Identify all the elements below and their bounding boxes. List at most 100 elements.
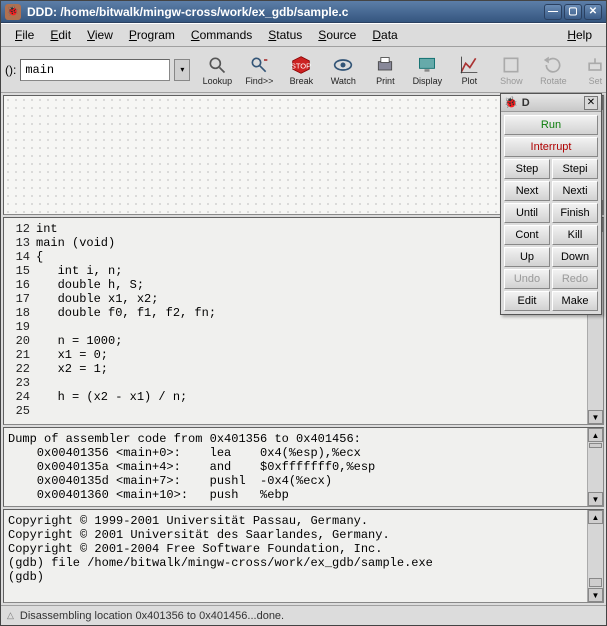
menu-file[interactable]: File: [7, 25, 42, 45]
cmd-run-button[interactable]: Run: [504, 115, 598, 135]
cmd-next-button[interactable]: Next: [504, 181, 550, 201]
source-line[interactable]: 13main (void): [8, 236, 583, 250]
scroll-down-icon[interactable]: ▼: [588, 492, 603, 506]
source-line[interactable]: 16 double h, S;: [8, 278, 583, 292]
source-line[interactable]: 19: [8, 320, 583, 334]
lookup-button[interactable]: Lookup: [196, 49, 238, 91]
scroll-down-icon[interactable]: ▼: [588, 588, 603, 602]
line-number: 19: [8, 320, 36, 334]
cmd-row: EditMake: [504, 291, 598, 311]
menu-commands[interactable]: Commands: [183, 25, 260, 45]
menu-data[interactable]: Data: [364, 25, 405, 45]
close-button[interactable]: ✕: [584, 4, 602, 20]
scroll-up-icon[interactable]: ▲: [588, 428, 603, 442]
cmd-redo-button: Redo: [552, 269, 598, 289]
source-line[interactable]: 20 n = 1000;: [8, 334, 583, 348]
show-button: Show: [490, 49, 532, 91]
scroll-thumb[interactable]: [589, 443, 602, 448]
line-text: x2 = 1;: [36, 362, 108, 376]
source-line[interactable]: 24 h = (x2 - x1) / n;: [8, 390, 583, 404]
cmd-interrupt-button[interactable]: Interrupt: [504, 137, 598, 157]
gdb-console-pane: Copyright © 1999-2001 Universität Passau…: [3, 509, 604, 603]
command-tool-titlebar[interactable]: 🐞 D ✕: [501, 94, 601, 112]
menubar: File Edit View Program Commands Status S…: [1, 23, 606, 47]
plot-icon: [459, 54, 479, 76]
menu-edit[interactable]: Edit: [42, 25, 79, 45]
cmd-cont-button[interactable]: Cont: [504, 225, 550, 245]
line-text: x1 = 0;: [36, 348, 108, 362]
line-text: double f0, f1, f2, fn;: [36, 306, 216, 320]
cmd-down-button[interactable]: Down: [552, 247, 598, 267]
source-line[interactable]: 15 int i, n;: [8, 264, 583, 278]
cmd-up-button[interactable]: Up: [504, 247, 550, 267]
menu-source[interactable]: Source: [310, 25, 364, 45]
toolbar-button-label: Find>>: [245, 76, 273, 86]
break-button[interactable]: STOP Break: [280, 49, 322, 91]
maximize-button[interactable]: ▢: [564, 4, 582, 20]
toolbar: (): ▾ Lookup Find>> STOP Break Watch PrintDis…: [1, 47, 606, 93]
cmd-undo-button: Undo: [504, 269, 550, 289]
line-number: 12: [8, 222, 36, 236]
source-line[interactable]: 14{: [8, 250, 583, 264]
watch-button[interactable]: Watch: [322, 49, 364, 91]
cmd-kill-button[interactable]: Kill: [552, 225, 598, 245]
cmd-stepi-button[interactable]: Stepi: [552, 159, 598, 179]
source-line[interactable]: 17 double x1, x2;: [8, 292, 583, 306]
line-number: 13: [8, 236, 36, 250]
source-line[interactable]: 22 x2 = 1;: [8, 362, 583, 376]
cmd-row: Interrupt: [504, 137, 598, 157]
line-number: 15: [8, 264, 36, 278]
source-line[interactable]: 18 double f0, f1, f2, fn;: [8, 306, 583, 320]
line-number: 23: [8, 376, 36, 390]
plot-button[interactable]: Plot: [448, 49, 490, 91]
argument-dropdown[interactable]: ▾: [174, 59, 190, 81]
toolbar-button-label: Watch: [331, 76, 356, 86]
cmd-step-button[interactable]: Step: [504, 159, 550, 179]
scroll-down-icon[interactable]: ▼: [588, 410, 603, 424]
line-text: int: [36, 222, 58, 236]
line-number: 25: [8, 404, 36, 418]
scroll-thumb[interactable]: [589, 578, 602, 587]
source-line[interactable]: 21 x1 = 0;: [8, 348, 583, 362]
cmd-until-button[interactable]: Until: [504, 203, 550, 223]
minimize-button[interactable]: —: [544, 4, 562, 20]
asm-scrollbar[interactable]: ▲ ▼: [587, 428, 603, 506]
status-text: Disassembling location 0x401356 to 0x401…: [20, 610, 284, 622]
menu-status[interactable]: Status: [260, 25, 310, 45]
find-button[interactable]: Find>>: [238, 49, 280, 91]
window-controls: — ▢ ✕: [544, 4, 602, 20]
cmd-nexti-button[interactable]: Nexti: [552, 181, 598, 201]
line-text: int i, n;: [36, 264, 122, 278]
command-tool-panel[interactable]: 🐞 D ✕ RunInterruptStepStepiNextNextiUnti…: [500, 93, 602, 315]
cmd-edit-button[interactable]: Edit: [504, 291, 550, 311]
command-tool-close[interactable]: ✕: [584, 96, 598, 110]
menu-program[interactable]: Program: [121, 25, 183, 45]
scroll-up-icon[interactable]: ▲: [588, 510, 603, 524]
argument-label: ():: [5, 63, 16, 77]
line-number: 17: [8, 292, 36, 306]
menu-view[interactable]: View: [79, 25, 121, 45]
assembler-text[interactable]: Dump of assembler code from 0x401356 to …: [4, 428, 587, 506]
source-line[interactable]: 12int: [8, 222, 583, 236]
print-button[interactable]: Print: [364, 49, 406, 91]
command-tool-title: D: [522, 97, 580, 109]
gdb-console-text[interactable]: Copyright © 1999-2001 Universität Passau…: [4, 510, 587, 602]
line-number: 14: [8, 250, 36, 264]
display-button[interactable]: Display: [406, 49, 448, 91]
source-line[interactable]: 25: [8, 404, 583, 418]
argument-input[interactable]: [20, 59, 170, 81]
source-line[interactable]: 23: [8, 376, 583, 390]
cmd-make-button[interactable]: Make: [552, 291, 598, 311]
console-scrollbar[interactable]: ▲ ▼: [587, 510, 603, 602]
status-indicator-icon: △: [7, 610, 14, 621]
line-text: main (void): [36, 236, 115, 250]
cmd-row: NextNexti: [504, 181, 598, 201]
svg-text:STOP: STOP: [291, 61, 311, 70]
line-text: double h, S;: [36, 278, 144, 292]
toolbar-button-label: Break: [290, 76, 314, 86]
display-icon: [417, 54, 437, 76]
menu-help[interactable]: Help: [559, 25, 600, 45]
line-text: n = 1000;: [36, 334, 122, 348]
cmd-finish-button[interactable]: Finish: [552, 203, 598, 223]
line-number: 24: [8, 390, 36, 404]
